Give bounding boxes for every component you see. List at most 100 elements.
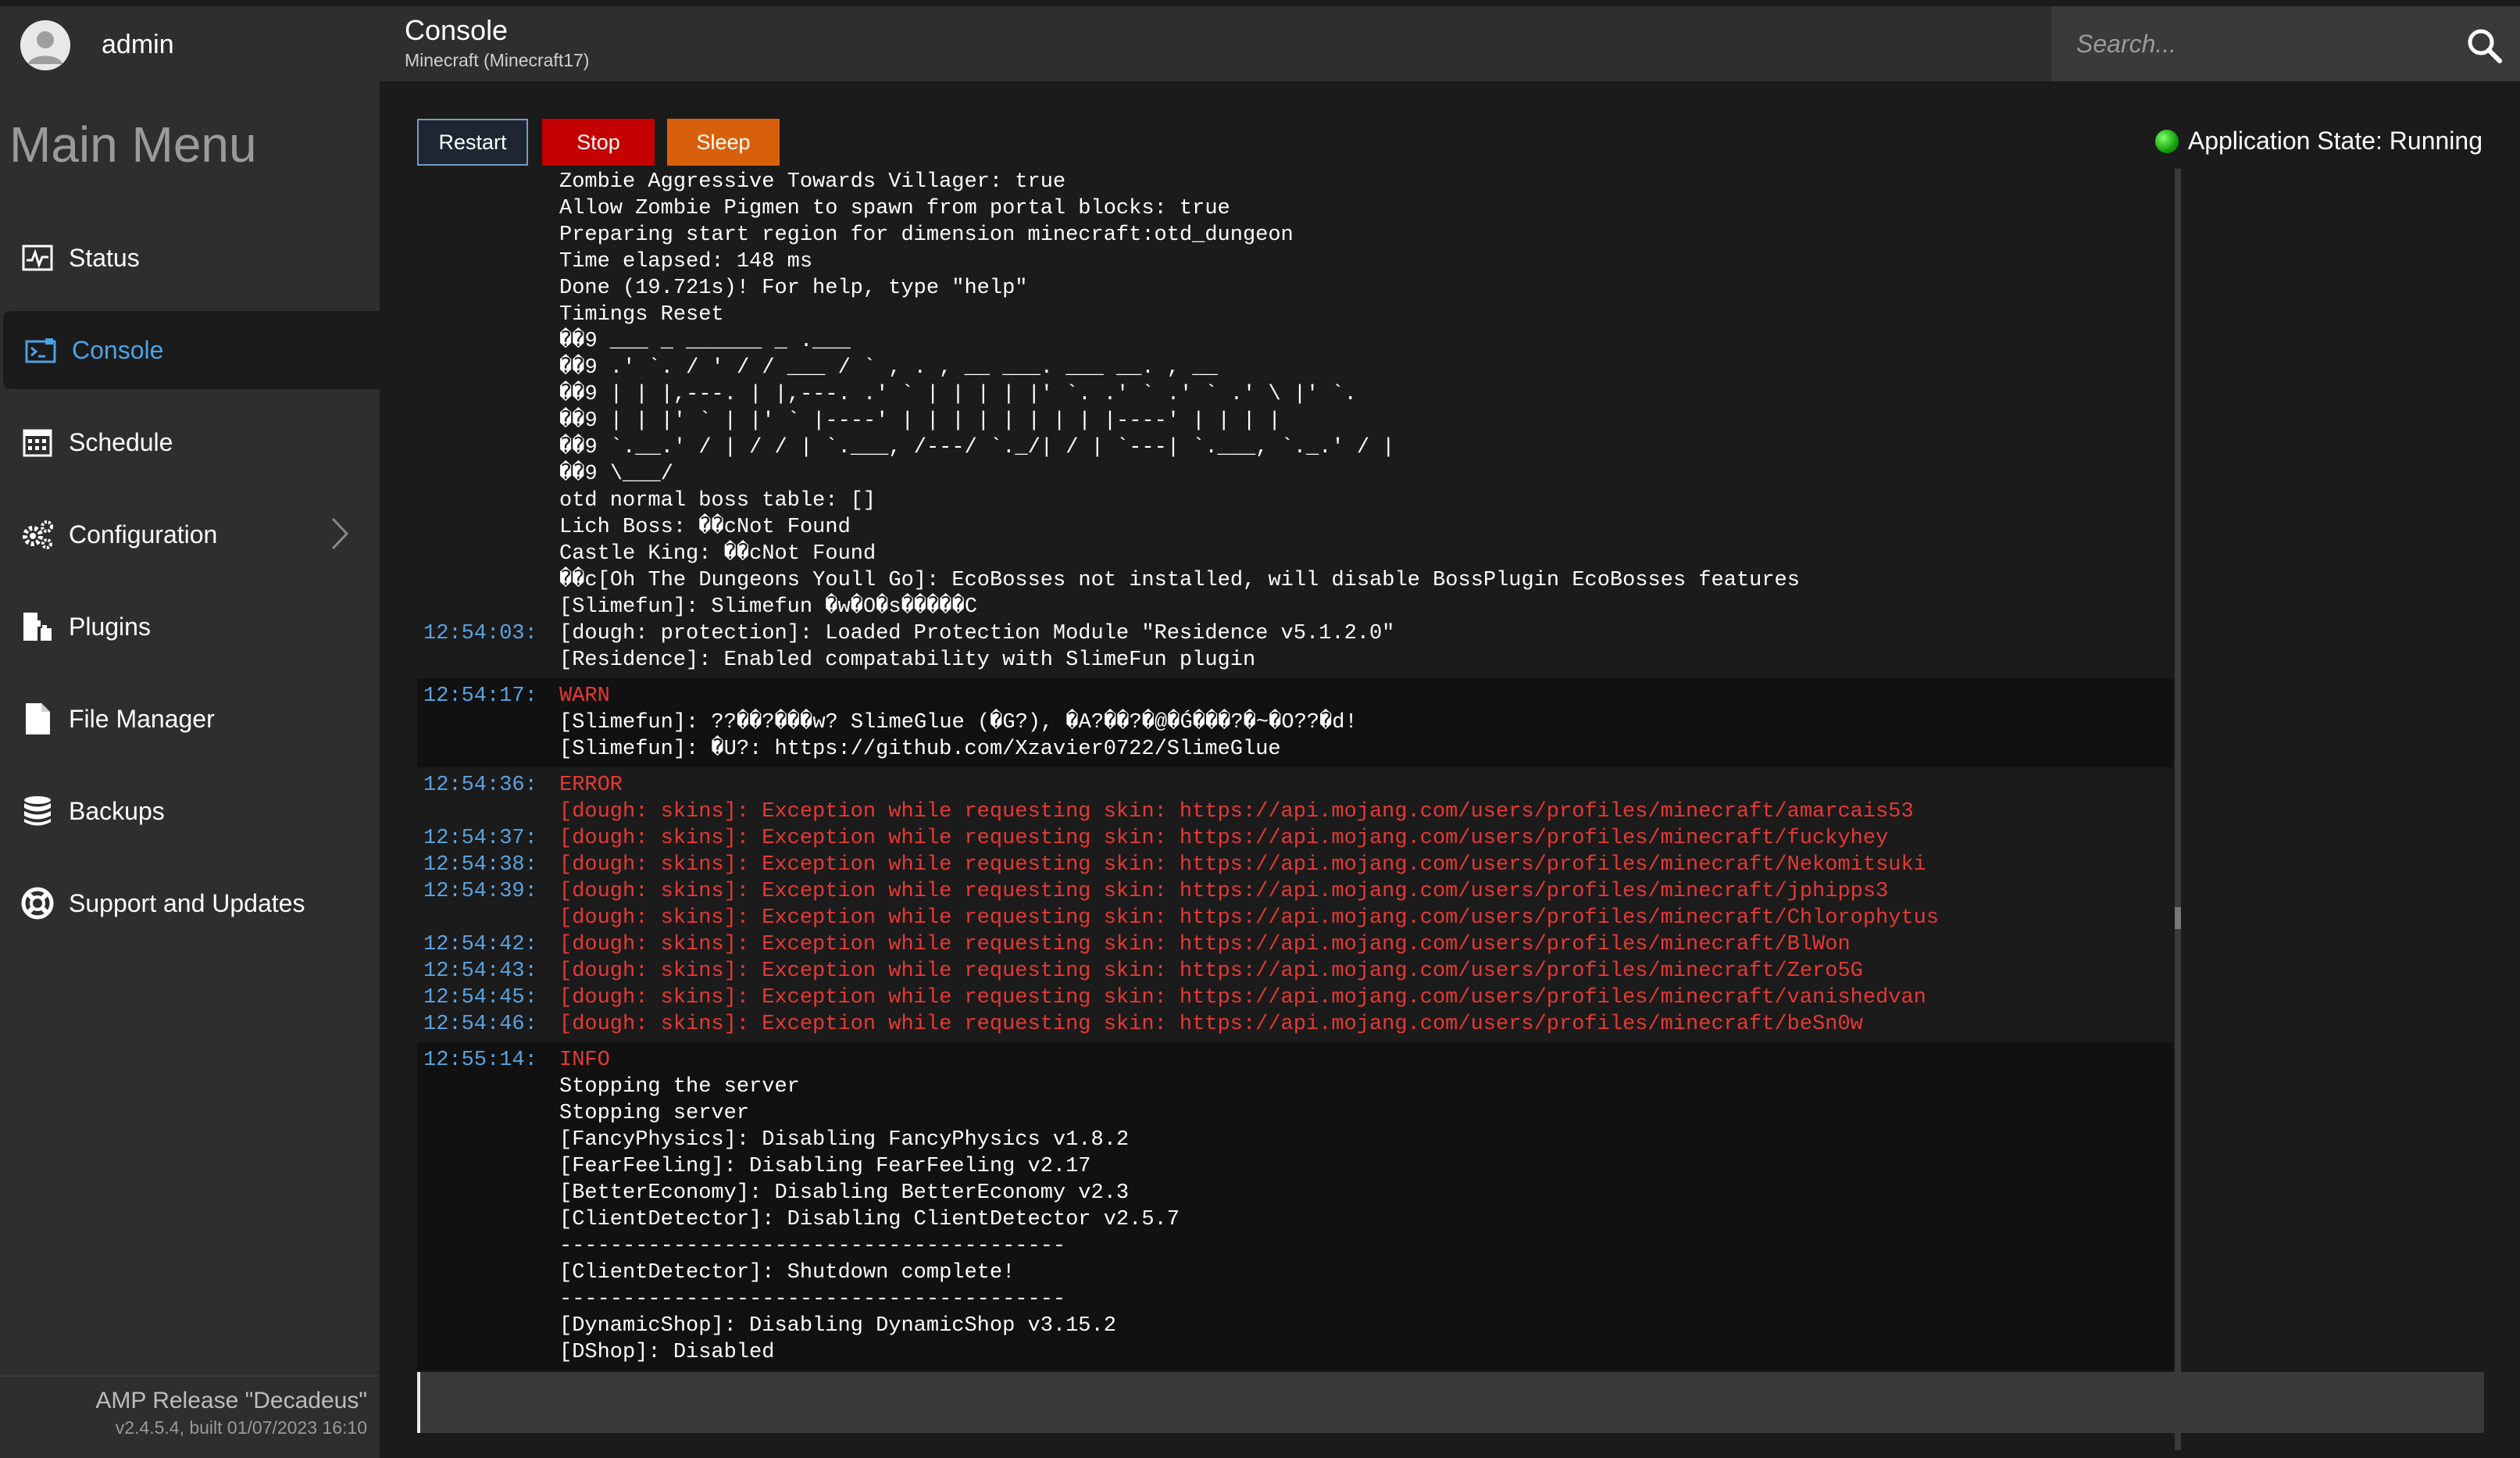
chevron-right-icon[interactable] [330,516,350,558]
log-timestamp [417,1206,559,1233]
sidebar-item-file-manager[interactable]: File Manager [0,680,380,758]
log-level: ERROR [559,774,623,797]
sidebar-item-label: Plugins [69,612,151,641]
log-timestamp [417,1233,559,1260]
log-timestamp [417,461,559,488]
log-line: ---------------------------------------- [417,1233,2173,1260]
log-line: 12:54:43: [dough: skins]: Exception while… [417,958,2173,985]
restart-button[interactable]: Restart [417,119,528,166]
log-message: ��9 .' `. / ' / / ___ / ` , . , __ ___. … [559,356,1218,380]
log-message: [Residence]: Enabled compatability with … [559,649,1256,672]
log-level: WARN [559,684,610,708]
log-line: [FancyPhysics]: Disabling FancyPhysics v… [417,1127,2173,1153]
log-line: 12:54:46: [dough: skins]: Exception while… [417,1011,2173,1038]
log-timestamp [417,328,559,355]
log-message: [dough: skins]: Exception while requesti… [559,880,1889,903]
user-avatar-icon[interactable] [20,20,70,70]
log-timestamp [417,647,559,674]
log-timestamp [417,1153,559,1180]
log-line: [dough: skins]: Exception while requesti… [417,905,2173,931]
log-message: [Slimefun]: ??��?���w? SlimeGlue (�G?), … [559,711,1358,734]
log-message: Lich Boss: ��cNot Found [559,516,851,539]
log-line: [Slimefun]: Slimefun �w�O�s�����C [417,594,2173,620]
sidebar-item-schedule[interactable]: Schedule [0,403,380,481]
log-message: ��9 `.__.' / | / / | `.___, /---/ `._/| … [559,436,1395,459]
log-group: Zombie Aggressive Towards Villager: true… [417,164,2173,678]
log-message: [ClientDetector]: Shutdown complete! [559,1261,1015,1285]
log-timestamp [417,736,559,763]
log-timestamp: 12:54:03: [423,622,537,645]
log-timestamp [417,905,559,931]
log-message: Preparing start region for dimension min… [559,223,1294,247]
sidebar-item-console[interactable]: Console [3,311,380,389]
log-timestamp [417,567,559,594]
log-message: ---------------------------------------- [559,1235,1066,1258]
console-output[interactable]: Zombie Aggressive Towards Villager: true… [417,164,2173,1450]
sidebar-item-plugins[interactable]: Plugins [0,588,380,666]
log-group: 12:54:36: ERROR [dough: skins]: Exception … [417,767,2173,1042]
log-line: 12:54:38: [dough: skins]: Exception while… [417,852,2173,878]
console-scrollbar-thumb[interactable] [2175,907,2181,929]
log-message: Stopping the server [559,1075,800,1099]
log-line: [Slimefun]: �U?: https://github.com/Xzav… [417,736,2173,763]
log-timestamp [417,1286,559,1313]
log-message: otd normal boss table: [] [559,489,876,513]
top-bar: Console Minecraft (Minecraft17) [380,6,2520,81]
log-message: [dough: skins]: Exception while requesti… [559,853,1926,877]
log-line: Zombie Aggressive Towards Villager: true [417,169,2173,195]
log-line: Timings Reset [417,302,2173,328]
username[interactable]: admin [102,30,174,60]
log-message: ��9 | | |' ` | |' ` |----' | | | | | | |… [559,409,1281,433]
log-line: ��9 .' `. / ' / / ___ / ` , . , __ ___. … [417,355,2173,381]
log-message: Stopping server [559,1102,750,1125]
sidebar-item-label: Schedule [69,427,173,456]
log-message: ---------------------------------------- [559,1288,1066,1311]
console-icon [22,331,59,369]
log-message: Timings Reset [559,303,724,327]
log-timestamp [417,222,559,248]
search-input[interactable] [2075,25,2434,63]
log-message: [dough: skins]: Exception while requesti… [559,827,1889,850]
log-timestamp: 12:54:39: [423,880,537,903]
log-timestamp [417,1127,559,1153]
log-line: Lich Boss: ��cNot Found [417,514,2173,541]
stop-button[interactable]: Stop [542,119,655,166]
log-group: 12:55:14: INFO Stopping the server Stopping… [417,1042,2173,1370]
sleep-button[interactable]: Sleep [667,119,780,166]
search-icon[interactable] [2465,27,2503,68]
sidebar-item-label: Support and Updates [69,888,305,917]
log-line: ��9 ___ _ ______ _ .___ [417,328,2173,355]
log-line: [FearFeeling]: Disabling FearFeeling v2.… [417,1153,2173,1180]
log-message: [dough: skins]: Exception while requesti… [559,933,1851,956]
sidebar-item-backups[interactable]: Backups [0,772,380,850]
log-timestamp [417,1260,559,1286]
console-panel: Restart Stop Sleep Application State: Ru… [380,81,2520,1458]
sidebar-item-configuration[interactable]: Configuration [0,495,380,574]
log-message: Time elapsed: 148 ms [559,250,813,273]
log-timestamp: 12:54:37: [423,827,537,850]
log-line: [ClientDetector]: Shutdown complete! [417,1260,2173,1286]
sidebar-item-label: Backups [69,796,165,825]
log-line: 12:54:17: WARN [417,683,2173,709]
log-line: 12:54:45: [dough: skins]: Exception while… [417,985,2173,1011]
main-menu-title: Main Menu [9,116,257,173]
log-line: Stopping server [417,1100,2173,1127]
log-line: [ClientDetector]: Disabling ClientDetect… [417,1206,2173,1233]
log-timestamp [417,1339,559,1366]
console-scrollbar[interactable] [2175,169,2181,1450]
sidebar-item-status[interactable]: Status [0,219,380,297]
sidebar-item-support-and-updates[interactable]: Support and Updates [0,864,380,942]
log-message: Zombie Aggressive Towards Villager: true [559,170,1066,194]
release-name: AMP Release "Decadeus" [95,1388,367,1413]
log-timestamp [417,302,559,328]
log-message: Allow Zombie Pigmen to spawn from portal… [559,197,1230,220]
console-command-input[interactable] [417,1372,2484,1433]
log-timestamp [417,275,559,302]
log-group: 12:54:17: WARN [Slimefun]: ??��?���w? Slim… [417,678,2173,767]
log-line: [dough: skins]: Exception while requesti… [417,799,2173,825]
log-message: [Slimefun]: �U?: https://github.com/Xzav… [559,738,1281,761]
sidebar-footer: AMP Release "Decadeus" v2.4.5.4, built 0… [0,1375,380,1458]
plugins-icon [19,608,56,645]
sidebar: admin Main Menu Status Console Schedule [0,6,380,1458]
log-timestamp: 12:54:46: [423,1013,537,1036]
